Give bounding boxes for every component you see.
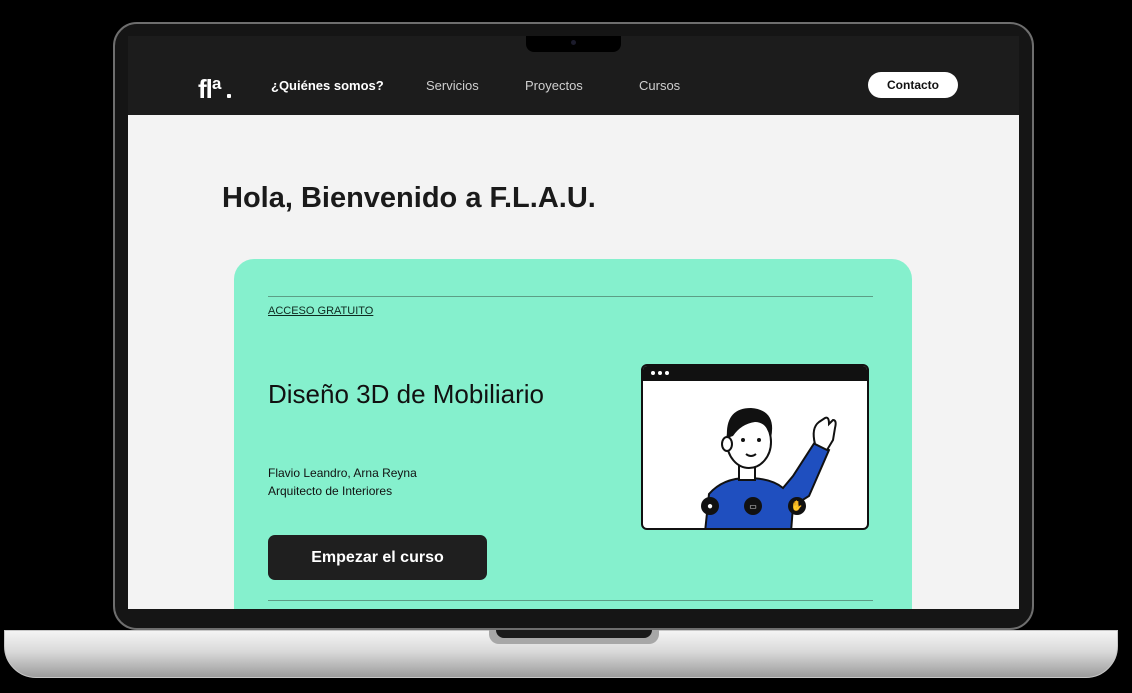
contact-button[interactable]: Contacto	[868, 72, 958, 98]
laptop-hinge-inner	[496, 630, 652, 638]
card-divider-bottom	[268, 600, 873, 601]
logo-dot	[227, 94, 231, 98]
brand-logo[interactable]: flª	[198, 74, 221, 105]
nav-link-cursos[interactable]: Cursos	[639, 78, 680, 93]
authors-role: Arquitecto de Interiores	[268, 484, 393, 498]
nav-link-quienes-somos[interactable]: ¿Quiénes somos?	[271, 78, 384, 93]
nav-link-servicios[interactable]: Servicios	[426, 78, 479, 93]
course-card: ACCESO GRATUITO Diseño 3D de Mobiliario …	[234, 259, 912, 609]
page-title: Hola, Bienvenido a F.L.A.U.	[222, 182, 596, 214]
video-call-illustration: ● ▭ ✋	[641, 364, 869, 530]
authors-names: Flavio Leandro, Arna Reyna	[268, 466, 417, 480]
nav-link-proyectos[interactable]: Proyectos	[525, 78, 583, 93]
microphone-icon[interactable]: ●	[701, 497, 719, 515]
course-title: Diseño 3D de Mobiliario	[268, 379, 545, 409]
free-access-link[interactable]: ACCESO GRATUITO	[268, 305, 373, 317]
camera-icon[interactable]: ▭	[744, 497, 762, 515]
webcam-icon	[571, 40, 576, 45]
course-authors: Flavio Leandro, Arna Reyna Arquitecto de…	[268, 464, 508, 500]
start-course-button[interactable]: Empezar el curso	[268, 535, 487, 580]
raise-hand-icon[interactable]: ✋	[788, 497, 806, 515]
laptop-screen: flª ¿Quiénes somos? Servicios Proyectos …	[128, 36, 1019, 609]
card-divider-top	[268, 296, 873, 297]
